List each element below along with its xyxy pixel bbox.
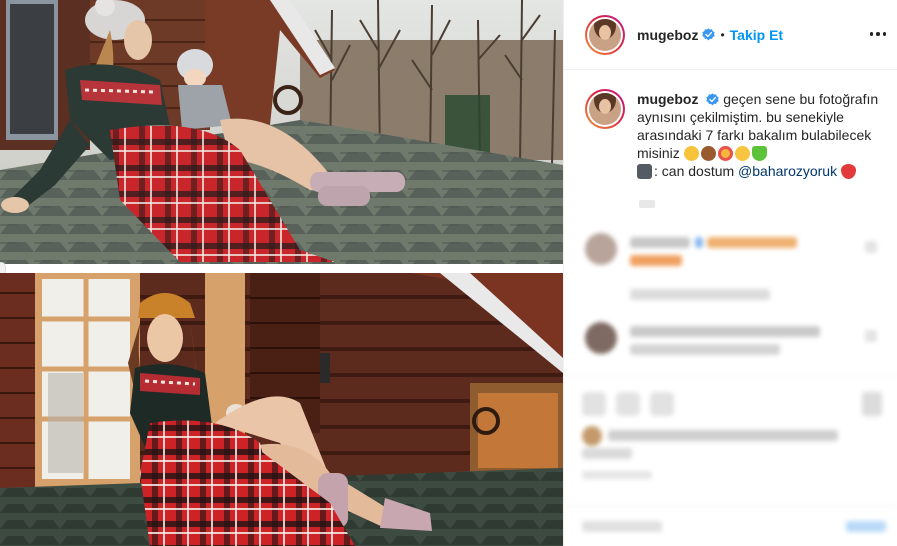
more-options-icon[interactable] (866, 22, 890, 46)
comment-username[interactable] (630, 237, 690, 248)
likes-summary-2 (582, 448, 632, 459)
caption-username[interactable]: mugeboz (637, 91, 698, 107)
commenter-avatar[interactable] (585, 322, 617, 354)
post-comment-button[interactable] (846, 521, 886, 532)
instagram-post: mugeboz • Takip Et mugeboz geçen sene bu… (0, 0, 897, 546)
yum-face-emoji (734, 146, 750, 161)
author-avatar-photo (589, 18, 621, 51)
header-separator: • (720, 27, 725, 42)
add-comment-bar (564, 506, 897, 546)
strawberry-emoji (840, 164, 856, 179)
photo-bottom-illustration (0, 273, 563, 546)
post-side-panel: mugeboz • Takip Et mugeboz geçen sene bu… (563, 0, 897, 546)
caption-avatar[interactable] (585, 89, 625, 129)
comment-meta (585, 289, 885, 303)
save-icon[interactable] (862, 392, 882, 416)
photo-top-illustration (0, 0, 563, 264)
comment-badge (695, 237, 703, 248)
post-date (582, 471, 652, 479)
comment-row (585, 322, 885, 362)
comment-text (630, 326, 820, 337)
smiling-hearts-emoji (717, 146, 733, 161)
comment-text (630, 344, 780, 355)
photo-divider (0, 264, 563, 273)
verified-badge-icon (706, 93, 720, 106)
author-avatar[interactable] (585, 14, 625, 55)
photo-bottom (0, 273, 563, 546)
comment-like-icon[interactable] (865, 241, 877, 253)
verified-badge-icon (702, 28, 716, 41)
caption-text: mugeboz geçen sene bu fotoğrafın aynısın… (637, 89, 885, 180)
share-icon[interactable] (650, 392, 674, 416)
caption-avatar-photo (589, 93, 621, 125)
liker-avatar[interactable] (582, 426, 602, 446)
comment-emojis (630, 255, 682, 266)
likes-summary[interactable] (608, 430, 838, 441)
camera-emoji (637, 164, 652, 179)
post-caption: mugeboz geçen sene bu fotoğrafın aynısın… (585, 89, 885, 180)
comment-row (585, 233, 885, 273)
follow-button[interactable]: Takip Et (730, 27, 783, 43)
like-icon[interactable] (582, 392, 606, 416)
comment-icon[interactable] (616, 392, 640, 416)
green-heart-emoji (751, 146, 767, 161)
bear-face-emoji (700, 146, 716, 161)
zany-face-emoji (683, 146, 699, 161)
commenter-avatar[interactable] (585, 233, 617, 265)
post-media[interactable] (0, 0, 563, 546)
comment-like-icon[interactable] (865, 330, 877, 342)
post-header: mugeboz • Takip Et (564, 0, 897, 70)
author-username[interactable]: mugeboz (637, 27, 698, 43)
photo-top (0, 0, 563, 264)
caption-mention-link[interactable]: @baharozyoruk (738, 163, 837, 179)
add-comment-input[interactable] (582, 521, 662, 532)
comment-emojis (707, 237, 797, 248)
caption-credit: : can dostum (654, 163, 735, 179)
caption-timestamp (639, 200, 655, 208)
